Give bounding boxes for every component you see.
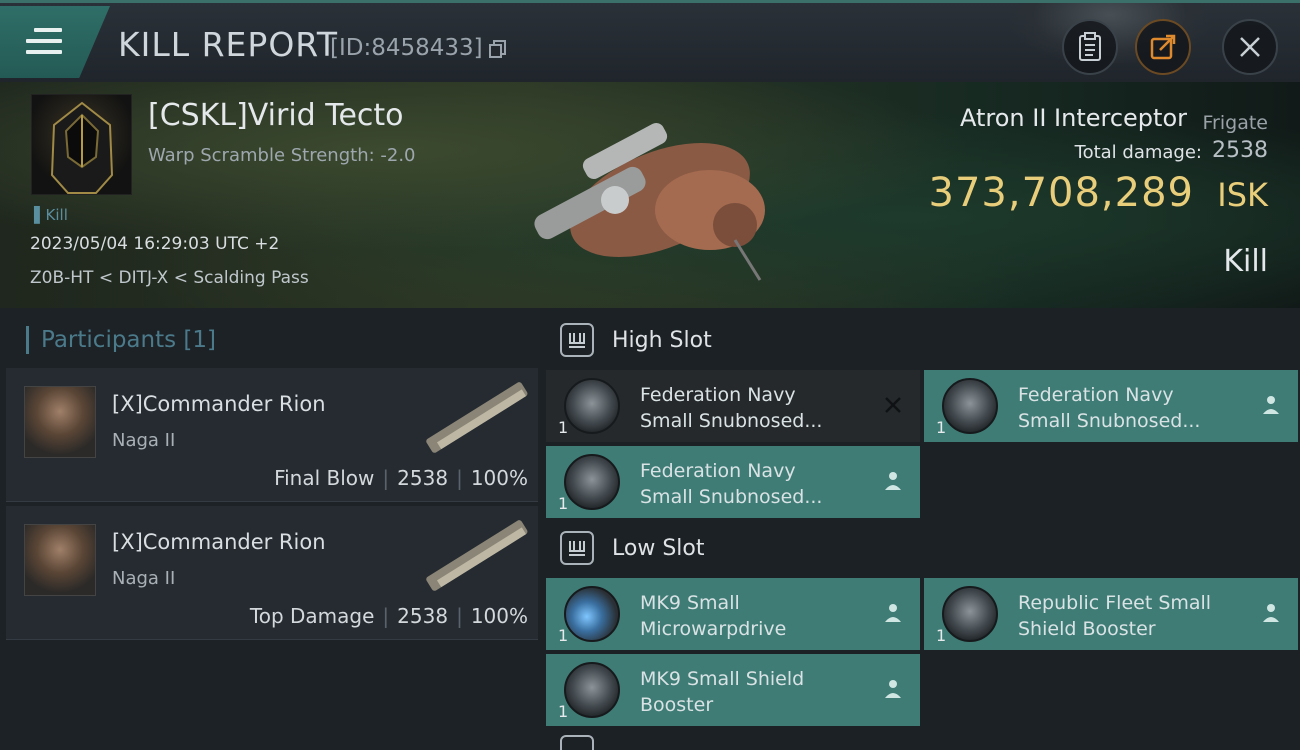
page-title: KILL REPORT — [118, 25, 338, 64]
participant-stats: Top Damage | 2538 | 100% — [249, 604, 528, 628]
blaster-icon — [942, 378, 998, 434]
blaster-icon — [564, 378, 620, 434]
participant-role: Top Damage — [249, 604, 375, 628]
dropped-person-icon — [885, 604, 901, 622]
participants-panel: Participants [1] [X]Commander Rion Naga … — [0, 308, 540, 750]
participant-row[interactable]: [X]Commander Rion Naga II Top Damage | 253… — [6, 506, 538, 640]
shield-booster-icon — [564, 662, 620, 718]
victim-avatar-image — [50, 101, 114, 194]
participant-name: [X]Commander Rion — [112, 392, 326, 416]
low-slot-header: Low Slot — [560, 528, 704, 568]
module-name: MK9 Small Microwarpdrive — [640, 592, 787, 640]
victim-portrait[interactable] — [31, 94, 132, 195]
kill-location[interactable]: Z0B-HT < DITJ-X < Scalding Pass — [30, 268, 309, 288]
module-quantity: 1 — [558, 418, 569, 437]
report-id: [ID:8458433] — [330, 35, 483, 61]
participant-row[interactable]: [X]Commander Rion Naga II Final Blow | 253… — [6, 368, 538, 502]
hamburger-icon — [26, 28, 62, 56]
low-slot-icon — [560, 531, 594, 565]
module-quantity: 1 — [558, 626, 569, 645]
module-item[interactable]: 1 Republic Fleet Small Shield Booster — [924, 578, 1298, 650]
clipboard-button[interactable] — [1062, 19, 1118, 75]
dropped-person-icon — [885, 680, 901, 698]
participant-percent: 100% — [470, 466, 528, 490]
participant-name: [X]Commander Rion — [112, 530, 326, 554]
total-damage-value: 2538 — [1212, 138, 1268, 163]
copy-icon[interactable] — [488, 39, 508, 59]
module-name: Federation Navy Small Snubnosed... — [640, 460, 823, 508]
module-item[interactable]: 1 Federation Navy Small Snubnosed... — [546, 446, 920, 518]
high-slot-header: High Slot — [560, 320, 712, 360]
warp-scramble-strength: Warp Scramble Strength: -2.0 — [148, 145, 416, 166]
close-icon — [1240, 37, 1260, 57]
weapon-icon — [426, 520, 528, 591]
share-icon — [1150, 34, 1176, 60]
low-slot-title: Low Slot — [612, 535, 705, 561]
module-item[interactable]: 1 Federation Navy Small Snubnosed... — [546, 370, 920, 442]
menu-button[interactable] — [0, 6, 110, 78]
participant-role: Final Blow — [274, 466, 375, 490]
participant-ship: Naga II — [112, 430, 176, 451]
mid-slot-header — [560, 732, 612, 750]
blaster-icon — [564, 454, 620, 510]
participant-percent: 100% — [470, 604, 528, 628]
victim-ship-class: Frigate — [1202, 112, 1268, 134]
participant-damage: 2538 — [397, 466, 449, 490]
share-button[interactable] — [1135, 19, 1191, 75]
module-name: MK9 Small Shield Booster — [640, 668, 805, 716]
victim-pilot-name[interactable]: [CSKL]Virid Tecto — [148, 98, 404, 133]
total-damage-label: Total damage: — [1074, 142, 1202, 163]
module-quantity: 1 — [558, 494, 569, 513]
dropped-person-icon — [1263, 396, 1279, 414]
dropped-person-icon — [885, 472, 901, 490]
destroyed-icon — [885, 397, 901, 413]
module-name: Republic Fleet Small Shield Booster — [1018, 592, 1212, 640]
high-slot-icon — [560, 323, 594, 357]
kill-type: Kill — [1223, 244, 1268, 279]
isk-value: 373,708,289 — [928, 170, 1194, 216]
clipboard-icon — [1079, 32, 1101, 61]
participant-ship: Naga II — [112, 568, 176, 589]
dropped-person-icon — [1263, 604, 1279, 622]
ship-image — [534, 122, 765, 281]
top-bar: KILL REPORT [ID:8458433] — [0, 0, 1300, 82]
module-quantity: 1 — [936, 418, 947, 437]
module-quantity: 1 — [558, 702, 569, 721]
participants-header: Participants [1] — [26, 326, 216, 354]
weapon-icon — [426, 382, 528, 453]
microwarpdrive-icon — [564, 586, 620, 642]
victim-ship-name[interactable]: Atron II Interceptor — [960, 104, 1187, 132]
shield-booster-icon — [942, 586, 998, 642]
module-item[interactable]: 1 MK9 Small Shield Booster — [546, 654, 920, 726]
mid-slot-icon — [560, 735, 594, 750]
participant-damage: 2538 — [397, 604, 449, 628]
participant-avatar[interactable] — [24, 524, 96, 596]
module-name: Federation Navy Small Snubnosed... — [640, 384, 823, 432]
kill-datetime: 2023/05/04 16:29:03 UTC +2 — [30, 234, 280, 254]
participant-avatar[interactable] — [24, 386, 96, 458]
participant-stats: Final Blow | 2538 | 100% — [274, 466, 528, 490]
isk-unit: ISK — [1217, 176, 1268, 214]
module-quantity: 1 — [936, 626, 947, 645]
kill-tag: ▌Kill — [34, 206, 68, 224]
module-item[interactable]: 1 Federation Navy Small Snubnosed... — [924, 370, 1298, 442]
module-name: Federation Navy Small Snubnosed... — [1018, 384, 1201, 432]
high-slot-title: High Slot — [612, 327, 712, 353]
close-button[interactable] — [1222, 19, 1278, 75]
module-item[interactable]: 1 MK9 Small Microwarpdrive — [546, 578, 920, 650]
